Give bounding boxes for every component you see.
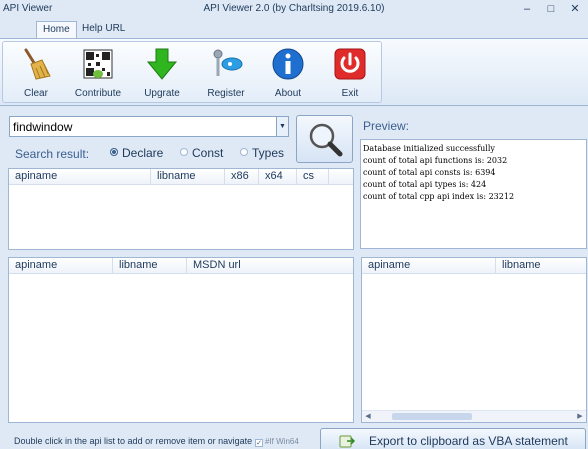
info-icon xyxy=(272,48,304,80)
column-libname[interactable]: libname xyxy=(113,258,187,274)
preview-line: count of total api consts is: 6394 xyxy=(363,168,496,177)
search-combobox[interactable]: ▼ xyxy=(9,116,289,137)
column-x86[interactable]: x86 xyxy=(225,169,259,185)
radio-declare-label: Declare xyxy=(122,146,164,160)
column-apiname[interactable]: apiname xyxy=(9,258,113,274)
exit-label: Exit xyxy=(341,88,359,99)
key-icon xyxy=(213,49,243,76)
radio-dot xyxy=(240,148,248,156)
about-button[interactable]: About xyxy=(259,46,317,102)
radio-declare[interactable]: Declare xyxy=(110,146,163,160)
table-header: apiname libname x86 x64 cs xyxy=(9,169,353,185)
radio-const-label: Const xyxy=(192,146,224,160)
radio-types[interactable]: Types xyxy=(240,146,284,160)
tab-help-url[interactable]: Help URL xyxy=(76,21,131,38)
broom-icon xyxy=(24,48,51,80)
win64-label: #If Win64 xyxy=(265,437,299,446)
radio-const[interactable]: Const xyxy=(180,146,223,160)
right-api-table[interactable]: apiname libname ◀ ▶ xyxy=(361,257,587,423)
table-header: apiname libname MSDN url xyxy=(9,258,353,274)
api-list-table[interactable]: apiname libname MSDN url xyxy=(8,257,354,423)
clear-button[interactable]: Clear xyxy=(7,46,65,102)
preview-line: count of total api functions is: 2032 xyxy=(363,156,508,165)
register-label: Register xyxy=(207,88,245,99)
radio-dot xyxy=(110,148,118,156)
column-msdn-url[interactable]: MSDN url xyxy=(187,258,353,274)
column-x64[interactable]: x64 xyxy=(259,169,297,185)
preview-line: Database initialized successfully xyxy=(363,144,495,153)
scroll-left-icon[interactable]: ◀ xyxy=(362,411,374,422)
minimize-button[interactable]: – xyxy=(516,1,538,17)
contribute-label: Contribute xyxy=(74,88,122,99)
search-results-table[interactable]: apiname libname x86 x64 cs xyxy=(8,168,354,250)
window-title: API Viewer 2.0 (by Charltsing 2019.6.10) xyxy=(203,3,385,14)
radio-types-label: Types xyxy=(252,146,285,160)
upgrate-label: Upgrate xyxy=(144,88,180,99)
checkbox-box: ✓ xyxy=(255,439,263,447)
title-bar: API Viewer API Viewer 2.0 (by Charltsing… xyxy=(0,0,588,19)
upgrate-button[interactable]: Upgrate xyxy=(133,46,191,102)
tab-home[interactable]: Home xyxy=(36,21,77,38)
clipboard-export-icon xyxy=(339,435,355,448)
radio-dot xyxy=(180,148,188,156)
column-cs[interactable]: cs xyxy=(297,169,329,185)
maximize-button[interactable]: □ xyxy=(540,1,562,17)
horizontal-scrollbar[interactable]: ◀ ▶ xyxy=(362,410,586,422)
export-button[interactable]: Export to clipboard as VBA statement xyxy=(320,428,586,449)
win64-checkbox[interactable]: ✓ #If Win64 xyxy=(255,437,299,447)
clear-label: Clear xyxy=(24,88,48,99)
preview-textbox[interactable]: Database initialized successfully count … xyxy=(360,139,587,249)
hint-text: Double click in the api list to add or r… xyxy=(14,436,253,446)
search-input[interactable] xyxy=(13,118,275,135)
scroll-right-icon[interactable]: ▶ xyxy=(574,411,586,422)
preview-line: count of total cpp api index is: 23212 xyxy=(363,192,515,201)
search-button[interactable] xyxy=(296,115,353,163)
power-icon xyxy=(334,48,366,80)
ribbon-group: Clear Contribute Upgrate Register About … xyxy=(2,41,382,103)
magnifier-icon xyxy=(309,123,343,157)
column-libname[interactable]: libname xyxy=(496,258,586,274)
column-apiname[interactable]: apiname xyxy=(9,169,151,185)
ribbon-tabs: Home Help URL xyxy=(0,19,588,38)
contribute-button[interactable]: Contribute xyxy=(69,46,127,102)
close-button[interactable]: ✕ xyxy=(564,1,586,17)
exit-button[interactable]: Exit xyxy=(321,46,379,102)
column-libname[interactable]: libname xyxy=(151,169,225,185)
download-arrow-icon xyxy=(146,48,178,80)
chevron-down-icon[interactable]: ▼ xyxy=(276,117,288,136)
table-header: apiname libname xyxy=(362,258,586,274)
scrollbar-thumb[interactable] xyxy=(392,413,472,420)
column-apiname[interactable]: apiname xyxy=(362,258,496,274)
register-button[interactable]: Register xyxy=(197,46,255,102)
export-label: Export to clipboard as VBA statement xyxy=(369,434,568,448)
preview-label: Preview: xyxy=(363,119,410,133)
about-label: About xyxy=(274,88,302,99)
ribbon: Clear Contribute Upgrate Register About … xyxy=(0,38,588,106)
search-result-label: Search result: xyxy=(15,147,90,161)
qr-code-icon xyxy=(83,49,113,79)
preview-line: count of total api types is: 424 xyxy=(363,180,487,189)
